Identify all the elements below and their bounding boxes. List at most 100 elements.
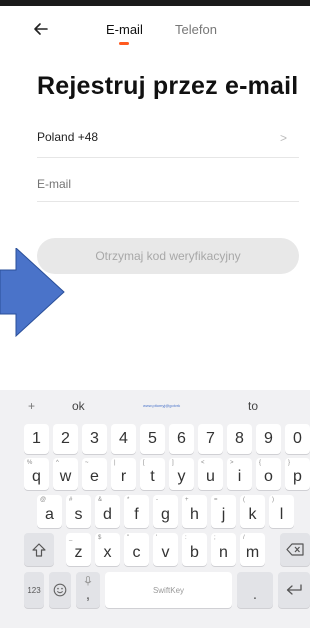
key[interactable]: | r [111, 458, 136, 490]
key-label: d [103, 506, 112, 523]
key-secondary-label: ; [214, 535, 216, 541]
key[interactable]: _ z [66, 533, 91, 566]
key[interactable]: ) l [269, 495, 294, 528]
key[interactable]: ~ e [82, 458, 107, 490]
key-label: g [161, 506, 170, 523]
key-secondary-label: ' [156, 535, 158, 541]
keyboard: + ok www.pitomyj@gotvrk to 1 2 3 4 5 6 7… [0, 390, 310, 628]
key[interactable]: -g [153, 495, 178, 528]
key[interactable]: 7 [198, 424, 223, 454]
key-label: 0 [293, 430, 302, 447]
key[interactable]: ; n [211, 533, 236, 566]
key[interactable]: > i [227, 458, 252, 490]
key-secondary-label: ~ [85, 460, 89, 466]
suggestion-item[interactable]: to [248, 399, 258, 413]
page-title: Rejestruj przez e-mail [37, 72, 299, 100]
suggestion-bar: + ok www.pitomyj@gotvrk to [0, 390, 310, 420]
key-label: v [161, 544, 170, 561]
key[interactable]: 1 [24, 424, 49, 454]
key-secondary-label: ^ [56, 460, 59, 466]
arrow-left-icon[interactable] [30, 18, 52, 40]
key[interactable]: / m [240, 533, 265, 566]
suggestion-item[interactable]: www.pitomyj@gotvrk [143, 403, 180, 408]
key[interactable]: 9 [256, 424, 281, 454]
divider [37, 201, 299, 202]
key-label: q [32, 468, 41, 485]
backspace-icon [286, 543, 304, 556]
key-label: . [252, 586, 258, 603]
key-label: 8 [235, 430, 244, 447]
shift-key[interactable] [24, 533, 54, 566]
key-label: 5 [148, 430, 157, 447]
key-label: 6 [177, 430, 186, 447]
enter-key[interactable] [278, 572, 310, 608]
key-secondary-label: # [69, 497, 73, 503]
key[interactable]: :b [182, 533, 207, 566]
key[interactable]: (k [240, 495, 265, 528]
key-label: c [132, 544, 141, 561]
key[interactable]: < u [198, 458, 223, 490]
comma-key[interactable]: , [76, 572, 100, 608]
key[interactable]: ^ w [53, 458, 78, 490]
get-verification-code-button[interactable]: Otrzymaj kod weryfikacyjny [37, 238, 299, 274]
key[interactable]: 3 [82, 424, 107, 454]
key[interactable]: " c [124, 533, 149, 566]
key-label: s [74, 506, 83, 523]
key[interactable]: 6 [169, 424, 194, 454]
key[interactable]: = j [211, 495, 236, 528]
period-key[interactable]: . [237, 572, 273, 608]
key-secondary-label: _ [69, 535, 73, 541]
enter-icon [286, 584, 302, 595]
emoji-icon [53, 583, 67, 597]
key[interactable]: $ x [95, 533, 120, 566]
key[interactable]: 2 [53, 424, 78, 454]
key[interactable]: {o [256, 458, 281, 490]
tab-active-indicator [119, 42, 129, 45]
key[interactable]: * f [124, 495, 149, 528]
key[interactable]: 5 [140, 424, 165, 454]
key[interactable]: 8 [227, 424, 252, 454]
key-label: z [74, 544, 83, 561]
key-secondary-label: | [114, 460, 116, 466]
key-label: t [150, 468, 155, 485]
key-secondary-label: = [214, 497, 218, 503]
key-label: o [264, 468, 273, 485]
tab-email[interactable]: E-mail [106, 22, 143, 37]
key-label: 4 [119, 430, 128, 447]
key-label: 7 [206, 430, 215, 447]
key-label: 9 [264, 430, 273, 447]
key-label: m [245, 544, 260, 561]
key[interactable]: ] y [169, 458, 194, 490]
suggestion-expand[interactable]: + [28, 399, 35, 413]
country-selector[interactable]: Poland +48 > [37, 130, 299, 152]
key[interactable]: # s [66, 495, 91, 528]
suggestion-item[interactable]: ok [72, 399, 85, 413]
key[interactable]: } p [285, 458, 310, 490]
space-key[interactable]: SwiftKey [105, 572, 232, 608]
key-secondary-label: " [127, 535, 130, 541]
key[interactable]: 4 [111, 424, 136, 454]
tab-phone[interactable]: Telefon [175, 22, 217, 37]
country-value: Poland +48 [37, 130, 99, 144]
emoji-key[interactable] [49, 572, 71, 608]
key-secondary-label: [ [143, 460, 145, 466]
key-label: w [59, 468, 72, 485]
key[interactable]: 0 [285, 424, 310, 454]
key-label: n [219, 544, 228, 561]
key-secondary-label: - [156, 497, 158, 503]
key-secondary-label: $ [98, 535, 102, 541]
key-label: j [221, 506, 226, 523]
numbers-key[interactable]: 123 [24, 572, 44, 608]
email-input[interactable] [37, 177, 287, 191]
microphone-icon [84, 576, 92, 586]
key[interactable]: [t [140, 458, 165, 490]
key[interactable]: % q [24, 458, 49, 490]
key[interactable]: + h [182, 495, 207, 528]
backspace-key[interactable] [280, 533, 310, 566]
key-label: x [103, 544, 112, 561]
key[interactable]: @ a [37, 495, 62, 528]
key-secondary-label: ] [172, 460, 174, 466]
key[interactable]: ' v [153, 533, 178, 566]
key-label: y [177, 468, 186, 485]
key[interactable]: & d [95, 495, 120, 528]
